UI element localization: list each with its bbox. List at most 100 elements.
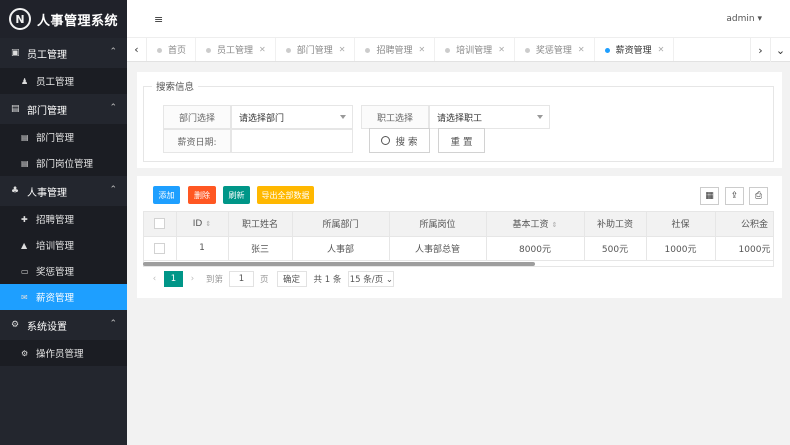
- reset-button[interactable]: 重 置: [438, 128, 485, 153]
- menu-toggle-icon[interactable]: ≡: [154, 13, 163, 26]
- close-icon[interactable]: ✕: [339, 45, 346, 54]
- page-current[interactable]: 1: [164, 271, 183, 287]
- tab-label: 培训管理: [456, 46, 493, 56]
- columns-filter-icon[interactable]: ▦: [700, 187, 719, 205]
- tab-label: 招聘管理: [376, 46, 413, 56]
- total-count: 共 1 条: [313, 275, 342, 285]
- tab-label: 奖惩管理: [535, 46, 572, 56]
- add-button[interactable]: 添加: [153, 186, 180, 204]
- tab-prev-button[interactable]: ‹: [127, 38, 147, 61]
- app-logo[interactable]: N 人事管理系统: [0, 0, 127, 38]
- column-header[interactable]: 公积金: [715, 212, 773, 237]
- sidebar-item[interactable]: ▤ 部门岗位管理: [0, 150, 127, 176]
- column-header-label: 所属岗位: [419, 220, 456, 231]
- tab-dot-icon: [285, 48, 291, 53]
- tab-next-button[interactable]: ›: [750, 38, 770, 62]
- tab-label: 薪资管理: [615, 46, 652, 56]
- sidebar-item[interactable]: ✉ 薪资管理: [0, 284, 127, 310]
- item-icon: ✚: [21, 214, 28, 224]
- close-icon[interactable]: ✕: [498, 45, 505, 54]
- emp-caret-icon: [537, 115, 543, 119]
- logo-icon: N: [9, 8, 31, 30]
- sidebar-item-label: 奖惩管理: [36, 267, 75, 278]
- tab-label: 员工管理: [217, 46, 254, 56]
- tab-item[interactable]: 薪资管理 ✕: [595, 38, 675, 61]
- tab-more-button[interactable]: ⌄: [770, 38, 790, 62]
- tab-item[interactable]: 部门管理 ✕: [276, 38, 356, 61]
- tab-item[interactable]: 奖惩管理 ✕: [515, 38, 595, 61]
- sidebar-submenu: ⚙ 操作员管理: [0, 340, 127, 366]
- close-icon[interactable]: ✕: [658, 45, 665, 54]
- column-header[interactable]: 职工姓名: [228, 212, 293, 237]
- page-unit: 页: [260, 275, 269, 285]
- table-cell: 1: [176, 236, 229, 261]
- user-menu[interactable]: admin ▾: [726, 14, 762, 24]
- column-header-label: 所属部门: [322, 220, 359, 231]
- column-header[interactable]: 所属部门: [292, 212, 390, 237]
- goto-confirm-button[interactable]: 确定: [276, 271, 307, 287]
- close-icon[interactable]: ✕: [259, 45, 266, 54]
- sidebar-item[interactable]: ✚ 招聘管理: [0, 206, 127, 232]
- search-icon: [381, 136, 391, 145]
- column-header[interactable]: 补助工资: [584, 212, 647, 237]
- sidebar-item[interactable]: ▤ 部门管理: [0, 124, 127, 150]
- column-header[interactable]: 基本工资 ⇕: [486, 212, 585, 237]
- page-prev-button[interactable]: ‹: [145, 271, 164, 287]
- page-size-select[interactable]: 15 条/页 ⌄: [348, 271, 395, 287]
- item-icon: ✉: [21, 292, 28, 302]
- table-cell: 张三: [228, 236, 293, 261]
- column-header-label: 补助工资: [596, 220, 633, 231]
- tab-item[interactable]: 员工管理 ✕: [196, 38, 276, 61]
- tab-label: 首页: [168, 46, 187, 56]
- close-icon[interactable]: ✕: [578, 45, 585, 54]
- table-row[interactable]: 1 张三 人事部 人事部总管 8000元 500元 1000元 1000元: [144, 236, 773, 261]
- sidebar-item[interactable]: ⚙ 操作员管理: [0, 340, 127, 366]
- sidebar-group[interactable]: ♣ 人事管理 ⌃: [0, 176, 127, 206]
- date-input[interactable]: [231, 129, 353, 153]
- close-icon[interactable]: ✕: [418, 45, 425, 54]
- chevron-up-icon: ⌃: [109, 103, 117, 113]
- refresh-button[interactable]: 刷新: [223, 186, 250, 204]
- delete-button[interactable]: 删除: [188, 186, 216, 204]
- search-button[interactable]: 搜 索: [369, 128, 430, 153]
- sidebar-group-label: 系统设置: [27, 321, 67, 333]
- sidebar-item[interactable]: ♟ 员工管理: [0, 68, 127, 94]
- sidebar-item[interactable]: ▲ 培训管理: [0, 232, 127, 258]
- tab-dot-icon: [365, 48, 371, 53]
- column-header[interactable]: 所属岗位: [389, 212, 487, 237]
- table-cell: 8000元: [486, 236, 585, 261]
- sort-icon[interactable]: ⇕: [205, 220, 211, 228]
- tab-item[interactable]: 招聘管理 ✕: [355, 38, 436, 61]
- goto-label: 到第: [206, 275, 224, 285]
- tab-dot-icon: [604, 48, 610, 53]
- item-icon: ▭: [21, 266, 29, 276]
- table-cell: 人事部: [292, 236, 390, 261]
- dept-select[interactable]: 请选择部门: [231, 105, 353, 129]
- page-next-button[interactable]: ›: [183, 271, 202, 287]
- sidebar-group[interactable]: ▤ 部门管理 ⌃: [0, 94, 127, 124]
- search-legend: 搜索信息: [156, 82, 195, 93]
- horizontal-scrollbar[interactable]: [143, 262, 535, 266]
- column-header[interactable]: ID ⇕: [176, 212, 229, 237]
- sidebar-group[interactable]: ⚙ 系统设置 ⌃: [0, 310, 127, 340]
- row-checkbox[interactable]: [154, 242, 166, 254]
- goto-page-input[interactable]: 1: [229, 271, 255, 287]
- table-cell: 1000元: [715, 236, 773, 261]
- column-header-label: 公积金: [740, 220, 768, 231]
- print-icon[interactable]: ⎙: [749, 187, 768, 205]
- sidebar-item[interactable]: ▭ 奖惩管理: [0, 258, 127, 284]
- chevron-up-icon: ⌃: [109, 319, 117, 329]
- emp-select[interactable]: 请选择职工: [429, 105, 550, 129]
- tab-item[interactable]: 首页: [147, 38, 197, 61]
- column-header[interactable]: 社保: [646, 212, 716, 237]
- sidebar: N 人事管理系统 ▣ 员工管理 ⌃ ♟ 员工管理 ▤ 部门管理 ⌃ ▤ 部门管理 ▤ 部门岗位管理 ♣ 人…: [0, 0, 127, 445]
- export-button[interactable]: 导出全部数据: [257, 186, 314, 204]
- export-icon[interactable]: ⇪: [725, 187, 744, 205]
- tab-controls: › ⌄: [750, 38, 790, 62]
- select-all-checkbox[interactable]: [154, 218, 166, 230]
- tab-dot-icon: [445, 48, 451, 53]
- sidebar-group[interactable]: ▣ 员工管理 ⌃: [0, 38, 127, 68]
- sort-icon[interactable]: ⇕: [552, 221, 558, 229]
- sidebar-group-label: 部门管理: [27, 105, 67, 117]
- tab-item[interactable]: 培训管理 ✕: [435, 38, 515, 61]
